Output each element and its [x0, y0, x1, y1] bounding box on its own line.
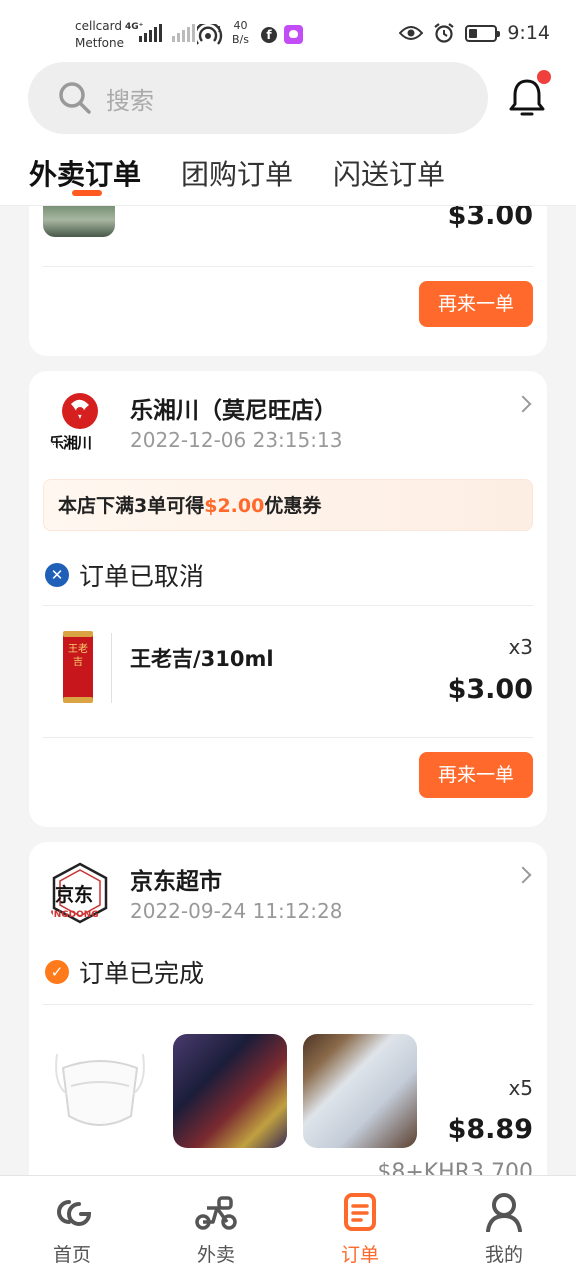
tab-groupbuy-orders[interactable]: 团购订单	[181, 153, 293, 193]
chevron-right-icon[interactable]	[514, 395, 532, 413]
shop-logo-text: 京东	[55, 884, 94, 906]
shop-name[interactable]: 乐湘川（莫尼旺店）	[130, 391, 337, 425]
clock: 9:14	[507, 22, 550, 44]
divider	[43, 266, 533, 267]
chat-app-icon	[284, 25, 303, 44]
carrier-secondary: Metfone	[75, 36, 124, 50]
search-input[interactable]: 搜索	[28, 62, 488, 134]
order-status-text: 订单已取消	[79, 562, 205, 591]
order-sub-price: $8+KHR3,700	[377, 1160, 533, 1175]
face-mask-image	[55, 1053, 145, 1126]
promo-prefix: 本店下满3单可得	[58, 495, 205, 517]
nav-profile-label: 我的	[484, 1244, 523, 1266]
order-card: 乐湘川 乐湘川（莫尼旺店） 2022-12-06 23:15:13 本店下满3单…	[29, 371, 547, 827]
battery-icon	[465, 24, 501, 42]
product-name: 王老吉/310ml	[130, 647, 274, 671]
hotspot-icon: 1	[197, 24, 223, 45]
chevron-right-icon[interactable]	[514, 866, 532, 884]
nav-home-label: 首页	[52, 1244, 91, 1266]
svg-text:1: 1	[217, 25, 222, 34]
active-tab-indicator	[72, 190, 102, 196]
product-quantity: x5	[508, 1076, 533, 1100]
order-card: 京东 JINGDONG 京东超市 2022-09-24 11:12:28 ✓ 订…	[29, 842, 547, 1175]
shop-logo-text: 乐湘川	[49, 434, 92, 452]
order-price: $3.00	[447, 674, 533, 705]
alarm-icon	[434, 23, 454, 43]
status-bar: cellcard Metfone 4G⁺ 1 40 B/s f 9:14	[0, 0, 576, 60]
notification-badge	[537, 70, 551, 84]
divider	[43, 737, 533, 738]
product-thumbnail[interactable]	[43, 1034, 157, 1148]
divider	[43, 605, 533, 606]
product-thumbnail[interactable]: 王老吉	[43, 625, 115, 707]
completed-icon: ✓	[45, 960, 69, 984]
order-status: ✕ 订单已取消	[45, 557, 204, 593]
divider	[43, 1004, 533, 1005]
nav-orders[interactable]: 订单	[320, 1192, 400, 1267]
cancelled-icon: ✕	[45, 563, 69, 587]
product-thumbnail	[43, 206, 115, 237]
reorder-button[interactable]: 再来一单	[419, 752, 533, 798]
order-price: $8.89	[447, 1114, 533, 1145]
search-row: 搜索	[0, 60, 576, 140]
signal-icon	[139, 24, 162, 42]
shop-logo[interactable]: 乐湘川	[45, 387, 115, 457]
tab-flash-orders[interactable]: 闪送订单	[333, 153, 445, 193]
order-status: ✓ 订单已完成	[45, 954, 204, 990]
eye-icon	[399, 26, 424, 40]
nav-orders-label: 订单	[340, 1244, 379, 1266]
reorder-button[interactable]: 再来一单	[419, 281, 533, 327]
shop-logo-subtext: JINGDONG	[47, 910, 99, 920]
notification-button[interactable]	[505, 70, 551, 120]
shop-name[interactable]: 京东超市	[130, 862, 222, 896]
product-thumbnail[interactable]	[303, 1034, 417, 1148]
order-icon	[344, 1193, 376, 1231]
order-price: $3.00	[447, 206, 533, 231]
order-status-text: 订单已完成	[79, 959, 205, 988]
search-placeholder: 搜索	[106, 86, 154, 115]
signal-secondary-icon	[172, 24, 195, 42]
scooter-icon	[195, 1196, 237, 1230]
nav-home[interactable]: 首页	[32, 1192, 112, 1267]
order-card: $3.00 再来一单	[29, 206, 547, 356]
order-list[interactable]: $3.00 再来一单 乐湘川 乐湘川（莫尼旺店） 2022-12-06 23:1…	[0, 206, 576, 1175]
home-icon	[57, 1200, 92, 1226]
product-thumbnail[interactable]	[173, 1034, 287, 1148]
promo-amount: $2.00	[204, 495, 265, 517]
order-tabs: 外卖订单 团购订单 闪送订单	[0, 140, 576, 206]
speed-unit: B/s	[232, 33, 249, 46]
order-time: 2022-09-24 11:12:28	[130, 899, 343, 923]
nav-delivery[interactable]: 外卖	[176, 1192, 256, 1267]
product-quantity: x3	[508, 635, 533, 659]
order-time: 2022-12-06 23:15:13	[130, 428, 343, 452]
shop-logo[interactable]: 京东 JINGDONG	[45, 858, 115, 928]
carrier-primary: cellcard	[75, 19, 122, 33]
nav-delivery-label: 外卖	[196, 1244, 235, 1266]
promo-suffix: 优惠券	[264, 495, 322, 517]
nav-profile[interactable]: 我的	[464, 1192, 544, 1267]
facebook-icon: f	[261, 27, 277, 43]
search-icon	[59, 82, 91, 114]
speed-value: 40	[233, 19, 248, 32]
product-can-label: 王老吉	[68, 644, 88, 668]
network-speed: 40 B/s	[232, 19, 249, 47]
profile-icon	[486, 1193, 522, 1232]
carrier-names: cellcard Metfone	[75, 18, 124, 52]
promo-banner[interactable]: 本店下满3单可得$2.00优惠券	[43, 479, 533, 531]
bottom-navigation: 首页 外卖 订单 我的	[0, 1175, 576, 1280]
tab-delivery-orders[interactable]: 外卖订单	[29, 153, 141, 193]
